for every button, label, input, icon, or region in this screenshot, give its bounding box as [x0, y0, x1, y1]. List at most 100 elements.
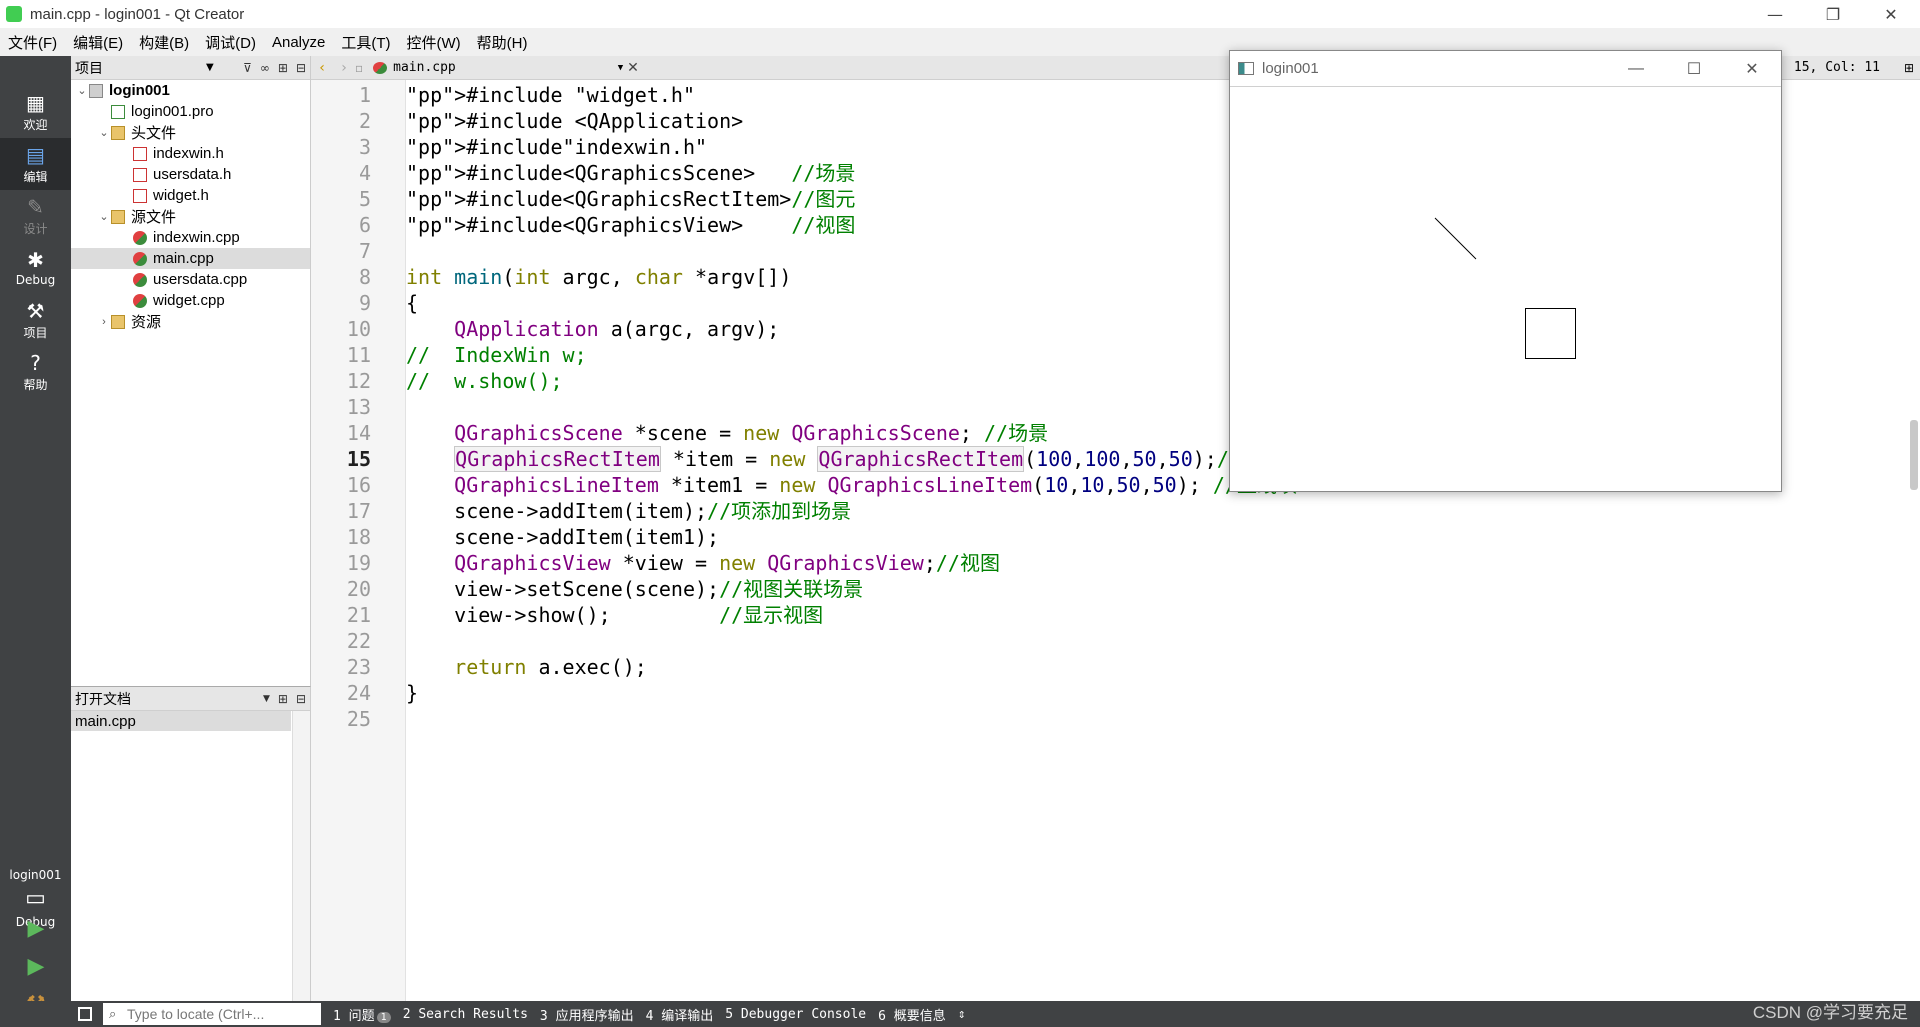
minimize-button[interactable]: —	[1746, 0, 1804, 28]
tab-application-output[interactable]: 3 应用程序输出	[540, 1005, 634, 1024]
line-number[interactable]: 20	[311, 576, 371, 602]
line-number[interactable]: 7	[311, 238, 371, 264]
code-line[interactable]: scene->addItem(item);//项添加到场景	[406, 498, 1914, 524]
code-line[interactable]	[406, 628, 1914, 654]
line-number[interactable]: 14	[311, 420, 371, 446]
line-number[interactable]: 1	[311, 82, 371, 108]
menu-debug[interactable]: 调试(D)	[197, 32, 264, 53]
line-number[interactable]: 21	[311, 602, 371, 628]
line-number[interactable]: 24	[311, 680, 371, 706]
menu-tools[interactable]: 工具(T)	[333, 32, 398, 53]
chevron-down-icon[interactable]: ▼	[263, 694, 270, 704]
line-number[interactable]: 8	[311, 264, 371, 290]
close-document-icon[interactable]: ✕	[627, 60, 639, 76]
line-number[interactable]: 13	[311, 394, 371, 420]
line-number[interactable]: 17	[311, 498, 371, 524]
code-line[interactable]: view->setScene(scene);//视图关联场景	[406, 576, 1914, 602]
locator-input[interactable]: ⌕ Type to locate (Ctrl+...	[103, 1003, 321, 1025]
editor-scrollbar[interactable]	[1906, 80, 1920, 1001]
tree-item[interactable]: widget.cpp	[71, 290, 310, 311]
menu-edit[interactable]: 编辑(E)	[65, 32, 131, 53]
tab-general-messages[interactable]: 6 概要信息	[878, 1005, 946, 1024]
restore-button[interactable]: ❐	[1804, 0, 1862, 28]
debug-run-button[interactable]: ▶	[22, 952, 50, 980]
tree-item[interactable]: usersdata.cpp	[71, 269, 310, 290]
split-editor-icon[interactable]: ⊞	[1904, 61, 1914, 75]
mode-edit[interactable]: ▤ 编辑	[0, 138, 71, 190]
toggle-sidebar-icon[interactable]	[78, 1007, 92, 1021]
code-line[interactable]: scene->addItem(item1);	[406, 524, 1914, 550]
line-number[interactable]: 4	[311, 160, 371, 186]
mode-design[interactable]: ✎ 设计	[0, 190, 71, 242]
cursor-position[interactable]: 15, Col: 11	[1794, 60, 1880, 75]
link-icon[interactable]: ∞	[260, 61, 270, 75]
code-line[interactable]: }	[406, 680, 1914, 706]
project-view-selector[interactable]: 项目	[75, 58, 103, 78]
app-maximize-button[interactable]: ☐	[1665, 51, 1723, 87]
mode-welcome[interactable]: ▦ 欢迎	[0, 86, 71, 138]
tab-issues[interactable]: 1 问题 1	[333, 1005, 391, 1024]
code-line[interactable]: QGraphicsView *view = new QGraphicsView;…	[406, 550, 1914, 576]
expand-arrow-icon[interactable]: ⌄	[97, 210, 111, 223]
code-line[interactable]: view->show(); //显示视图	[406, 602, 1914, 628]
open-file-combo[interactable]: main.cpp ▼	[373, 60, 623, 75]
menu-analyze[interactable]: Analyze	[264, 34, 333, 51]
close-button[interactable]: ✕	[1862, 0, 1920, 28]
tree-item[interactable]: login001.pro	[71, 101, 310, 122]
line-number[interactable]: 12	[311, 368, 371, 394]
tree-item[interactable]: main.cpp	[71, 248, 310, 269]
mode-help[interactable]: ? 帮助	[0, 346, 71, 398]
line-number[interactable]: 3	[311, 134, 371, 160]
chevron-down-icon[interactable]: ▼	[206, 62, 214, 73]
tab-compile-output[interactable]: 4 编译输出	[646, 1005, 714, 1024]
code-line[interactable]	[406, 706, 1914, 732]
line-number[interactable]: 22	[311, 628, 371, 654]
line-number[interactable]: 5	[311, 186, 371, 212]
run-button[interactable]: ▶	[22, 914, 50, 942]
split-icon[interactable]: ⊞	[278, 692, 288, 706]
line-number[interactable]: 9	[311, 290, 371, 316]
close-panel-icon[interactable]: ⊟	[296, 692, 306, 706]
expand-arrow-icon[interactable]: ⌄	[75, 84, 89, 97]
app-minimize-button[interactable]: —	[1607, 51, 1665, 87]
expand-arrow-icon[interactable]: ⌄	[97, 126, 111, 139]
mode-debug[interactable]: ✱ Debug	[0, 242, 71, 294]
line-number[interactable]: 23	[311, 654, 371, 680]
tree-item[interactable]: ⌄ login001	[71, 80, 310, 101]
tree-item[interactable]: › 资源	[71, 311, 310, 332]
expand-arrow-icon[interactable]: ›	[97, 316, 111, 328]
line-number[interactable]: 16	[311, 472, 371, 498]
mode-projects[interactable]: ⚒ 项目	[0, 294, 71, 346]
forward-arrow-icon[interactable]: ›	[333, 60, 355, 76]
tree-item[interactable]: widget.h	[71, 185, 310, 206]
app-close-button[interactable]: ✕	[1723, 51, 1781, 87]
filter-icon[interactable]: ⊽	[243, 61, 252, 75]
tab-debugger-console[interactable]: 5 Debugger Console	[725, 1007, 866, 1022]
menu-widgets[interactable]: 控件(W)	[399, 32, 469, 53]
tree-item[interactable]: indexwin.h	[71, 143, 310, 164]
tab-search-results[interactable]: 2 Search Results	[403, 1007, 528, 1022]
menu-file[interactable]: 文件(F)	[0, 32, 65, 53]
line-number[interactable]: 19	[311, 550, 371, 576]
tree-item[interactable]: ⌄ 源文件	[71, 206, 310, 227]
menu-help[interactable]: 帮助(H)	[469, 32, 536, 53]
split-icon[interactable]: ⊞	[278, 61, 288, 75]
close-panel-icon[interactable]: ⊟	[296, 61, 306, 75]
line-number[interactable]: 6	[311, 212, 371, 238]
back-arrow-icon[interactable]: ‹	[311, 60, 333, 76]
tree-item[interactable]: usersdata.h	[71, 164, 310, 185]
line-number[interactable]: 18	[311, 524, 371, 550]
tree-item[interactable]: indexwin.cpp	[71, 227, 310, 248]
line-number[interactable]: 25	[311, 706, 371, 732]
line-number[interactable]: 15	[311, 446, 371, 472]
open-document-item[interactable]: main.cpp	[71, 711, 291, 731]
scrollbar-thumb[interactable]	[1910, 420, 1918, 490]
tree-item[interactable]: ⌄ 头文件	[71, 122, 310, 143]
line-number[interactable]: 10	[311, 316, 371, 342]
expand-tabs-icon[interactable]: ⇕	[958, 1007, 966, 1022]
line-number[interactable]: 11	[311, 342, 371, 368]
open-documents-scrollbar[interactable]	[292, 711, 310, 1002]
code-line[interactable]: return a.exec();	[406, 654, 1914, 680]
line-number[interactable]: 2	[311, 108, 371, 134]
menu-build[interactable]: 构建(B)	[131, 32, 197, 53]
